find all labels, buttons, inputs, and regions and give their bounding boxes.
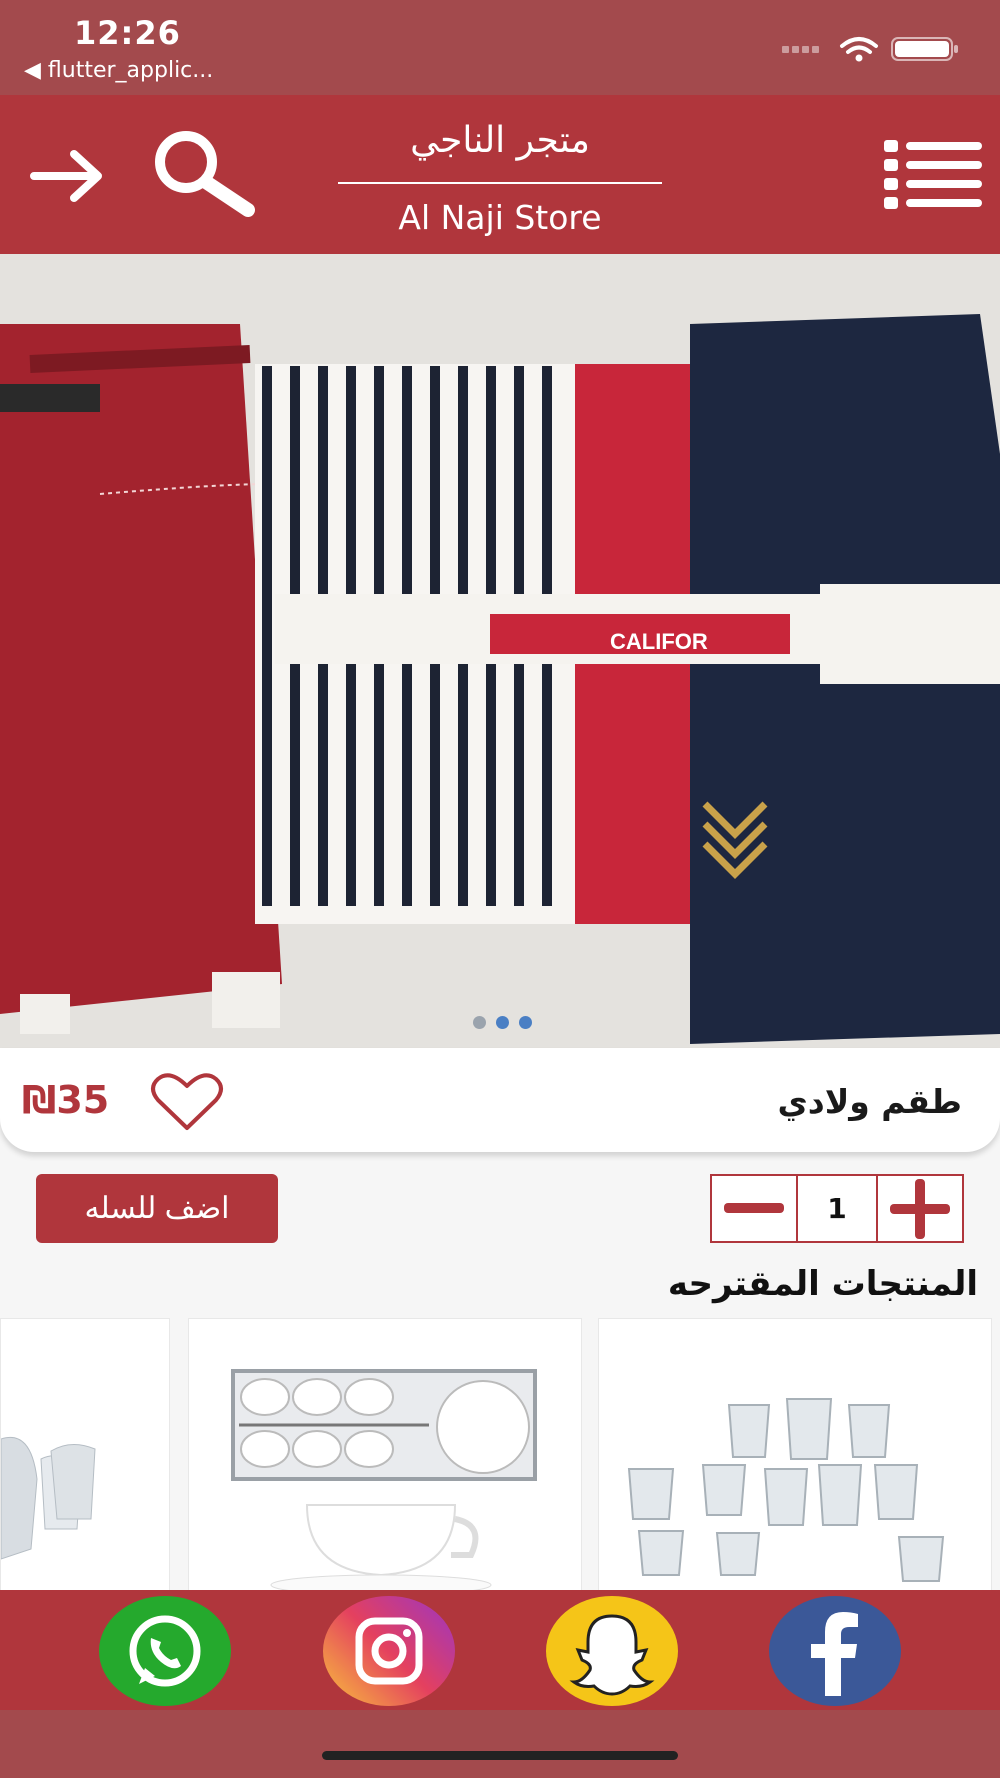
battery-icon — [891, 37, 958, 61]
carousel-dot[interactable] — [496, 1016, 509, 1029]
menu-icon[interactable] — [880, 138, 984, 210]
suggested-products-title: المنتجات المقترحه — [667, 1264, 978, 1304]
product-thumbnail — [1, 1319, 169, 1599]
add-to-cart-button[interactable]: اضف للسله — [36, 1174, 278, 1243]
carousel-dots — [468, 1014, 537, 1033]
signal-icon — [782, 46, 819, 53]
carousel-dot[interactable] — [519, 1016, 532, 1029]
store-title-arabic: متجر الناجي — [410, 120, 590, 161]
status-indicators — [782, 36, 962, 62]
whatsapp-icon[interactable] — [99, 1596, 231, 1706]
svg-text:CALIFOR: CALIFOR — [610, 629, 708, 654]
title-divider — [338, 182, 662, 184]
status-back-link[interactable]: ◀ flutter_applic... — [24, 58, 213, 83]
product-thumbnail — [599, 1319, 991, 1599]
home-indicator-area — [0, 1710, 1000, 1778]
product-photo: CALIFOR — [0, 254, 1000, 1048]
product-thumbnail — [189, 1319, 581, 1599]
instagram-icon[interactable] — [323, 1596, 455, 1706]
quantity-stepper: 1 — [710, 1174, 964, 1243]
product-name: طقم ولادي — [777, 1082, 962, 1121]
quantity-value: 1 — [827, 1192, 847, 1225]
product-price: ₪35 — [22, 1078, 110, 1122]
wifi-icon — [840, 37, 878, 54]
home-indicator[interactable] — [322, 1751, 678, 1760]
facebook-icon[interactable] — [769, 1596, 901, 1706]
plus-icon[interactable] — [876, 1176, 962, 1241]
forward-arrow-icon[interactable] — [30, 150, 106, 202]
status-time: 12:26 — [74, 14, 181, 52]
heart-icon[interactable] — [150, 1072, 224, 1132]
suggested-product-card[interactable] — [0, 1318, 170, 1600]
suggested-product-card[interactable] — [598, 1318, 992, 1600]
search-icon[interactable] — [150, 130, 258, 220]
store-title-english: Al Naji Store — [398, 198, 602, 237]
minus-icon[interactable] — [712, 1176, 798, 1241]
suggested-product-card[interactable] — [188, 1318, 582, 1600]
carousel-dot[interactable] — [473, 1016, 486, 1029]
snapchat-icon[interactable] — [546, 1596, 678, 1706]
product-image-carousel[interactable]: CALIFOR — [0, 254, 1000, 1048]
